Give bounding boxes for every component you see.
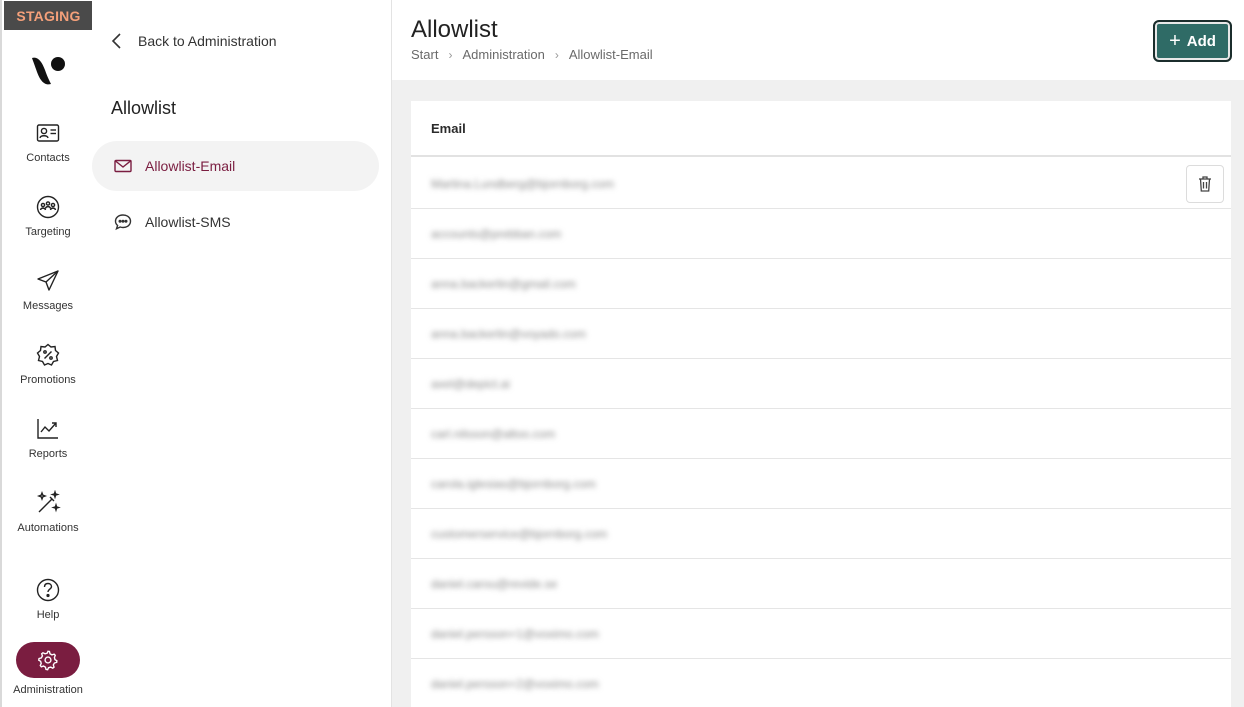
email-cell: axel@depict.ai <box>431 376 510 391</box>
back-to-administration-link[interactable]: Back to Administration <box>110 30 277 52</box>
subnav-title: Allowlist <box>111 98 177 118</box>
subnav-item-allowlist-email[interactable]: Allowlist-Email <box>92 141 379 191</box>
table-row[interactable]: axel@depict.ai <box>411 359 1231 409</box>
email-cell: carola.iglesias@bjornborg.com <box>431 476 596 491</box>
audience-icon <box>36 195 60 219</box>
table-row[interactable]: daniel.persson+2@voximo.com <box>411 659 1231 707</box>
brand-logo-icon[interactable] <box>28 50 68 90</box>
rail-item-label: Reports <box>28 448 68 460</box>
table-row[interactable]: daniel.carou@revide.se <box>411 559 1231 609</box>
add-button[interactable]: + Add <box>1153 20 1232 62</box>
rail-item-label: Administration <box>13 684 83 696</box>
breadcrumb-start[interactable]: Start <box>411 47 438 62</box>
paper-plane-icon <box>37 270 59 291</box>
email-cell: carl.nilsson@altoo.com <box>431 426 556 441</box>
contact-card-icon <box>36 124 60 142</box>
breadcrumb-administration[interactable]: Administration <box>462 47 544 62</box>
rail-item-label: Automations <box>17 522 79 534</box>
rail-item-reports[interactable]: Reports <box>2 416 94 482</box>
rail-item-messages[interactable]: Messages <box>2 268 94 334</box>
breadcrumb: Start › Administration › Allowlist-Email <box>411 47 653 62</box>
page-header: Allowlist Start › Administration › Allow… <box>392 0 1244 80</box>
table-row[interactable]: accounts@prebban.com <box>411 209 1231 259</box>
chevron-right-icon: › <box>554 47 559 62</box>
chart-trend-icon <box>37 419 58 439</box>
column-header-email: Email <box>411 101 1231 157</box>
chat-bubble-icon <box>114 214 132 231</box>
email-cell: daniel.carou@revide.se <box>431 576 558 591</box>
subnav-item-allowlist-sms[interactable]: Allowlist-SMS <box>92 197 379 247</box>
content-area: Email Martina.Lundberg@bjornborg.com acco… <box>392 80 1244 707</box>
subnav-item-label: Allowlist-SMS <box>145 214 231 230</box>
rail-item-administration[interactable]: Administration <box>2 642 94 707</box>
back-link-label: Back to Administration <box>138 33 277 49</box>
rail-item-label: Messages <box>22 300 74 312</box>
chevron-right-icon: › <box>448 47 453 62</box>
rail-item-label: Help <box>36 609 60 621</box>
question-circle-icon <box>36 578 60 602</box>
allowlist-table: Email Martina.Lundberg@bjornborg.com acco… <box>411 101 1231 707</box>
table-row[interactable]: anna.backerlin@gmail.com <box>411 259 1231 309</box>
rail-item-label: Promotions <box>20 374 76 386</box>
chevron-left-icon <box>111 33 121 49</box>
table-row[interactable]: carola.iglesias@bjornborg.com <box>411 459 1231 509</box>
delete-button[interactable] <box>1186 165 1224 203</box>
main-navigation-rail: STAGING Contacts Targeting Messages Prom… <box>0 0 94 707</box>
staging-badge: STAGING <box>4 1 93 30</box>
email-cell: daniel.persson+2@voximo.com <box>431 676 599 691</box>
email-cell: daniel.persson+1@voximo.com <box>431 626 599 641</box>
add-button-label: Add <box>1186 32 1216 50</box>
email-cell: anna.backerlin@voyado.com <box>431 326 586 341</box>
active-indicator <box>16 642 80 678</box>
email-cell: customerservice@bjornborg.com <box>431 526 608 541</box>
admin-subnav: Back to Administration Allowlist Allowli… <box>92 0 392 707</box>
table-row[interactable]: carl.nilsson@altoo.com <box>411 409 1231 459</box>
discount-badge-icon <box>36 343 60 366</box>
gear-icon <box>37 650 58 671</box>
trash-icon <box>1199 176 1211 192</box>
page-title: Allowlist <box>411 16 498 43</box>
rail-item-targeting[interactable]: Targeting <box>2 194 94 260</box>
email-cell: accounts@prebban.com <box>431 226 562 241</box>
rail-item-help[interactable]: Help <box>2 577 94 643</box>
table-row[interactable]: Martina.Lundberg@bjornborg.com <box>411 159 1231 209</box>
breadcrumb-current: Allowlist-Email <box>568 47 653 62</box>
rail-item-label: Targeting <box>25 226 71 238</box>
plus-icon: + <box>1169 30 1181 52</box>
email-cell: anna.backerlin@gmail.com <box>431 276 576 291</box>
table-row[interactable]: daniel.persson+1@voximo.com <box>411 609 1231 659</box>
rail-item-promotions[interactable]: Promotions <box>2 342 94 408</box>
email-cell: Martina.Lundberg@bjornborg.com <box>431 176 614 191</box>
table-row[interactable]: customerservice@bjornborg.com <box>411 509 1231 559</box>
magic-wand-icon <box>36 490 61 513</box>
subnav-item-label: Allowlist-Email <box>145 158 236 174</box>
envelope-icon <box>114 159 132 173</box>
rail-item-contacts[interactable]: Contacts <box>2 120 94 186</box>
rail-item-label: Contacts <box>26 152 70 164</box>
table-row[interactable]: anna.backerlin@voyado.com <box>411 309 1231 359</box>
rail-item-automations[interactable]: Automations <box>2 490 94 556</box>
